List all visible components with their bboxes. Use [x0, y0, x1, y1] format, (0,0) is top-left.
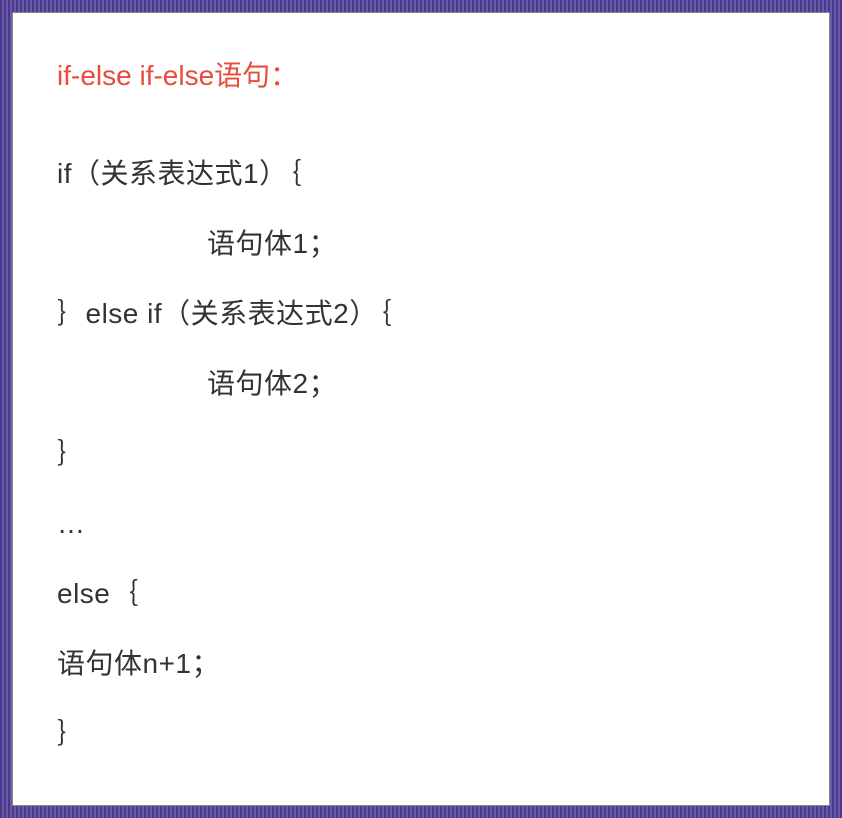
code-block-container: if-else if-else语句： if（关系表达式1）｛ 语句体1； ｝el…	[12, 12, 830, 806]
code-line: 语句体1；	[57, 209, 785, 279]
code-line: ｝else if（关系表达式2）｛	[57, 279, 785, 349]
code-line: else｛	[57, 559, 785, 629]
code-line: 语句体n+1；	[57, 629, 785, 699]
code-line: ｝	[57, 419, 785, 489]
code-line: if（关系表达式1）｛	[57, 139, 785, 209]
code-line: …	[57, 489, 785, 559]
code-line: 语句体2；	[57, 349, 785, 419]
section-title: if-else if-else语句：	[57, 41, 785, 111]
code-line: ｝	[57, 699, 785, 769]
